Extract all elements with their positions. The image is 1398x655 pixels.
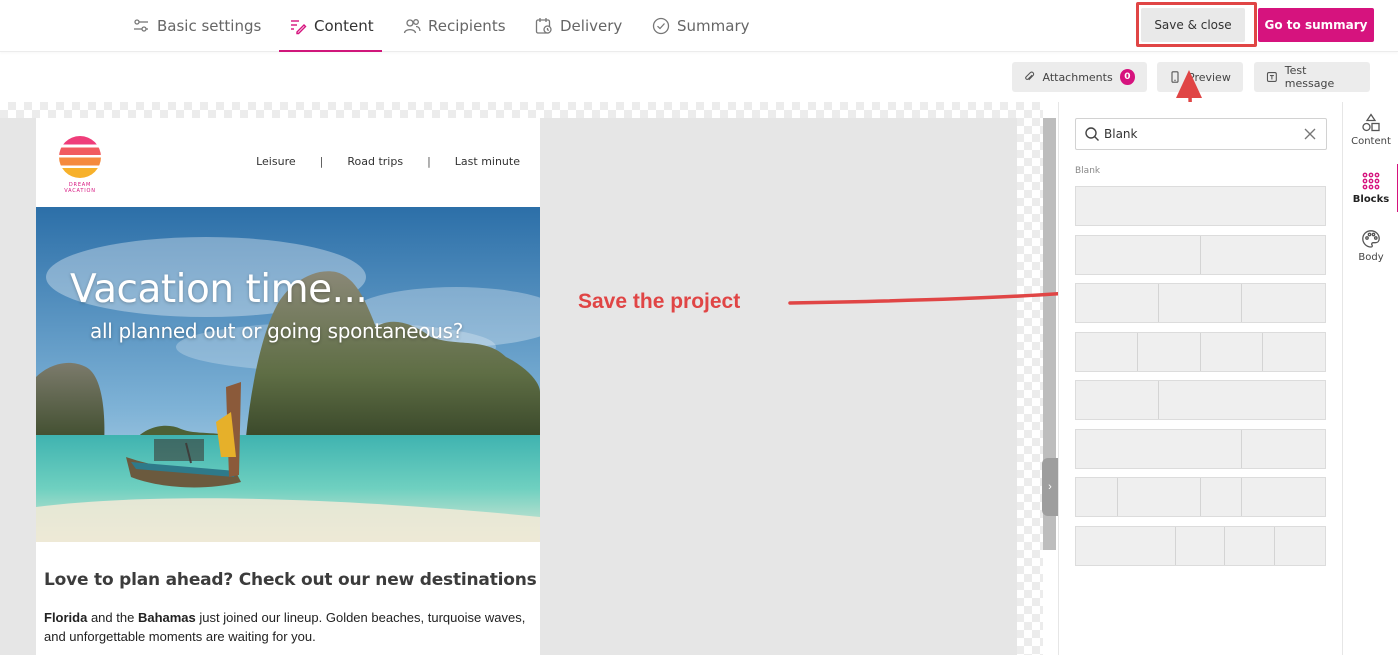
body-bold-florida: Florida [44, 610, 88, 625]
preview-button[interactable]: Preview [1157, 62, 1243, 92]
rail-label: Body [1358, 252, 1384, 263]
grid-dots-icon [1362, 172, 1380, 190]
layout-column [1138, 332, 1201, 371]
body-text: and the [87, 610, 138, 625]
email-navigation: Leisure | Road trips | Last minute [256, 155, 520, 168]
tab-summary[interactable]: Summary [652, 0, 750, 52]
layout-column [1176, 526, 1226, 565]
rail-label: Blocks [1352, 194, 1390, 205]
layout-column [1076, 187, 1325, 225]
layout-column [1159, 381, 1325, 419]
hero-subtitle: all planned out or going spontaneous? [90, 319, 464, 343]
layout-column [1076, 526, 1176, 565]
email-nav-separator: | [427, 155, 431, 168]
test-message-button[interactable]: Test message [1254, 62, 1370, 92]
search-icon [1085, 127, 1099, 141]
clear-search-icon[interactable] [1304, 128, 1316, 140]
rail-item-content[interactable]: Content [1343, 104, 1398, 156]
layout-column [1275, 527, 1325, 565]
test-message-label: Test message [1284, 64, 1335, 90]
check-circle-icon [652, 17, 670, 35]
rail-label: Content [1351, 136, 1391, 147]
palette-icon [1362, 230, 1380, 248]
attachments-button[interactable]: Attachments 0 [1012, 62, 1147, 92]
layout-block[interactable] [1075, 331, 1326, 372]
layout-column [1159, 284, 1242, 322]
test-message-icon [1266, 72, 1277, 82]
email-nav-leisure[interactable]: Leisure [256, 155, 296, 168]
layout-column [1225, 526, 1276, 565]
layout-column [1076, 381, 1159, 419]
layout-block[interactable] [1075, 186, 1326, 226]
tab-recipients[interactable]: Recipients [403, 0, 506, 52]
top-navigation: Basic settings Content Recipients Delive… [0, 0, 1398, 52]
layout-column [1201, 332, 1263, 371]
email-body-text: Florida and the Bahamas just joined our … [44, 608, 534, 646]
chevron-right-icon: › [1048, 481, 1052, 493]
mobile-icon [1171, 71, 1179, 83]
tab-content[interactable]: Content [279, 0, 382, 52]
tab-delivery[interactable]: Delivery [535, 0, 622, 52]
save-close-button[interactable]: Save & close [1141, 8, 1245, 42]
layout-column [1201, 478, 1242, 516]
email-preview[interactable]: DREAM VACATION Leisure | Road trips | La… [36, 118, 540, 655]
attachments-count-badge: 0 [1119, 69, 1135, 85]
hero-title: Vacation time... [70, 267, 368, 312]
layout-block[interactable] [1075, 525, 1326, 566]
sliders-icon [134, 19, 148, 32]
edit-icon [291, 20, 307, 35]
annotation-text: Save the project [578, 290, 741, 313]
email-heading: Love to plan ahead? Check out our new de… [44, 570, 537, 590]
layout-column [1118, 478, 1201, 516]
body-bold-bahamas: Bahamas [137, 610, 196, 625]
email-nav-last-minute[interactable]: Last minute [455, 155, 520, 168]
tropical-beach-image [36, 207, 540, 542]
preview-label: Preview [1188, 70, 1231, 84]
rail-item-blocks[interactable]: Blocks [1343, 162, 1398, 214]
layout-column [1242, 430, 1325, 468]
tab-basic-settings[interactable]: Basic settings [132, 0, 261, 52]
email-nav-road-trips[interactable]: Road trips [347, 155, 403, 168]
tab-label: Recipients [428, 17, 506, 35]
tab-label: Delivery [560, 17, 623, 35]
layout-column [1076, 478, 1118, 516]
layout-block[interactable] [1075, 477, 1326, 517]
layout-column [1076, 235, 1201, 274]
layout-block[interactable] [1075, 283, 1326, 323]
blocks-panel: Blank [1058, 102, 1342, 655]
shapes-icon [1362, 113, 1380, 132]
layout-block[interactable] [1075, 380, 1326, 420]
sunset-logo-icon [59, 136, 101, 178]
tab-label: Content [314, 17, 374, 35]
layout-block[interactable] [1075, 428, 1326, 469]
tab-label: Basic settings [157, 17, 262, 35]
tab-label: Summary [677, 17, 750, 35]
layout-column [1201, 236, 1326, 274]
layout-block[interactable] [1075, 234, 1326, 275]
layout-column [1263, 333, 1325, 371]
email-nav-separator: | [319, 155, 324, 168]
users-icon [403, 19, 421, 34]
attachments-label: Attachments [1042, 70, 1113, 84]
hero-image: Vacation time... all planned out or goin… [36, 207, 540, 542]
layout-column [1242, 478, 1325, 516]
panel-collapse-handle[interactable]: › [1042, 458, 1058, 516]
brand-logo: DREAM VACATION [52, 134, 108, 194]
section-label: Blank [1075, 166, 1101, 176]
rail-item-body[interactable]: Body [1343, 220, 1398, 272]
search-input[interactable] [1104, 127, 1294, 141]
layout-column [1076, 332, 1139, 371]
side-rail: Content Blocks Body [1342, 102, 1398, 655]
layout-column [1076, 284, 1159, 322]
calendar-clock-icon [535, 18, 552, 34]
go-to-summary-button[interactable]: Go to summary [1258, 8, 1374, 42]
layout-column [1242, 284, 1325, 322]
paperclip-icon [1025, 71, 1035, 81]
layout-column [1076, 429, 1242, 468]
logo-text: DREAM VACATION [64, 182, 96, 194]
block-search[interactable] [1075, 118, 1327, 150]
